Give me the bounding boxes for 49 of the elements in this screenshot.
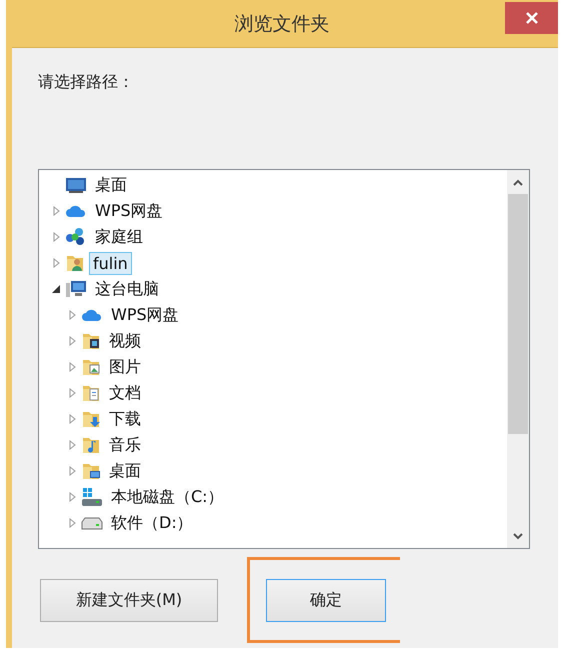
scrollbar[interactable] <box>507 170 529 548</box>
monitor-icon <box>65 176 87 194</box>
collapsed-arrow-icon[interactable] <box>52 206 60 216</box>
tree-item[interactable]: 软件（D:） <box>107 510 197 536</box>
tree-item[interactable]: 桌面 <box>105 458 145 484</box>
collapsed-arrow-icon[interactable] <box>68 336 76 346</box>
tree-item[interactable]: 视频 <box>105 328 145 354</box>
prompt-label: 请选择路径： <box>38 72 135 93</box>
tree-item[interactable]: 家庭组 <box>91 224 147 250</box>
collapsed-arrow-icon[interactable] <box>68 414 76 424</box>
tree-item[interactable]: fulin <box>89 252 132 274</box>
collapsed-arrow-icon[interactable] <box>68 440 76 450</box>
dialog-button[interactable]: 确定 <box>266 579 386 622</box>
tree-item[interactable]: 文档 <box>105 380 145 406</box>
user-folder-icon <box>65 253 85 273</box>
collapsed-arrow-icon[interactable] <box>52 258 60 268</box>
window-title: 浏览文件夹 <box>234 12 330 36</box>
close-button[interactable] <box>505 2 558 34</box>
network-icon <box>65 227 87 247</box>
drive-icon <box>81 487 103 507</box>
tree-item[interactable]: 图片 <box>105 354 145 380</box>
tree-item[interactable]: 下载 <box>105 406 145 432</box>
collapsed-arrow-icon[interactable] <box>68 362 76 372</box>
document-folder-icon <box>81 383 101 403</box>
tree-item[interactable]: WPS网盘 <box>107 302 183 328</box>
scroll-down-icon[interactable] <box>513 532 523 540</box>
download-folder-icon <box>81 409 101 429</box>
collapsed-arrow-icon[interactable] <box>52 232 60 242</box>
picture-folder-icon <box>81 357 101 377</box>
collapsed-arrow-icon[interactable] <box>68 466 76 476</box>
collapsed-arrow-icon[interactable] <box>68 388 76 398</box>
music-folder-icon <box>81 435 101 455</box>
desktop-folder-icon <box>81 461 101 481</box>
scroll-thumb[interactable] <box>508 194 528 434</box>
dialog-button[interactable]: 新建文件夹(M) <box>40 579 218 622</box>
computer-icon <box>65 279 87 299</box>
tree-item[interactable]: 桌面 <box>91 172 131 198</box>
expanded-arrow-icon[interactable] <box>52 285 60 293</box>
drive-icon <box>81 516 103 530</box>
collapsed-arrow-icon[interactable] <box>68 518 76 528</box>
tree-item[interactable]: WPS网盘 <box>91 198 167 224</box>
tree-item[interactable]: 这台电脑 <box>91 276 163 302</box>
video-folder-icon <box>81 331 101 351</box>
tree-item[interactable]: 音乐 <box>105 432 145 458</box>
scroll-up-icon[interactable] <box>513 178 523 186</box>
collapsed-arrow-icon[interactable] <box>68 492 76 502</box>
close-icon <box>526 12 538 24</box>
collapsed-arrow-icon[interactable] <box>68 310 76 320</box>
tree-item[interactable]: 本地磁盘（C:） <box>107 484 228 510</box>
